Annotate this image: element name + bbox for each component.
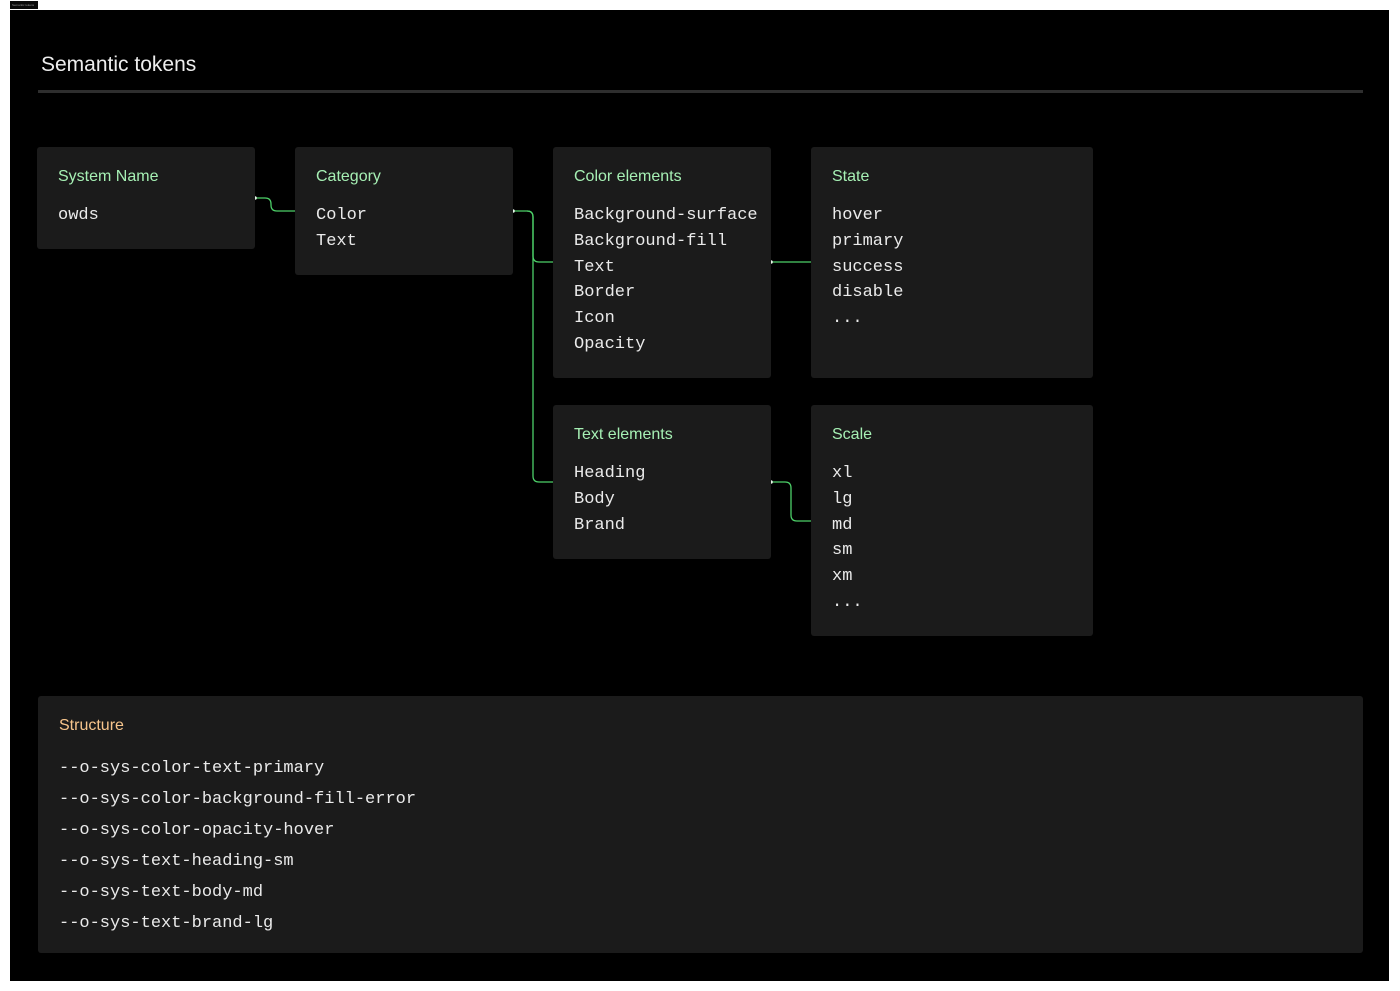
card-item-list: Background-surface Background-fill Text …: [574, 203, 758, 358]
card-title: Color elements: [574, 168, 682, 185]
card-title: Scale: [832, 426, 873, 443]
connector-text-to-scale: [771, 481, 811, 522]
list-item: Text: [574, 257, 615, 277]
list-item: Background-fill: [574, 231, 728, 251]
list-item: primary: [832, 231, 904, 251]
list-item: hover: [832, 206, 884, 225]
list-item: Brand: [574, 515, 626, 535]
list-item: Heading: [574, 464, 646, 483]
card-item-list: xl lg md sm xm ...: [832, 461, 1072, 616]
card-title: Text elements: [574, 426, 673, 443]
card-item-list: Heading Body Brand: [574, 461, 750, 538]
card-scale: Scale xl lg md sm xm ...: [811, 405, 1093, 636]
connector-system-to-category: [255, 197, 295, 212]
card-text-elements: Text elements Heading Body Brand: [553, 405, 771, 559]
card-system-name: System Name owds: [37, 147, 255, 249]
card-color-elements: Color elements Background-surface Backgr…: [553, 147, 771, 378]
list-item: md: [832, 515, 853, 535]
list-item: sm: [832, 541, 853, 561]
list-item: xm: [832, 567, 853, 587]
card-item-list: Color Text: [316, 203, 492, 255]
page-title: Semantic tokens: [41, 53, 197, 76]
card-title: System Name: [58, 168, 159, 185]
title-divider: [38, 90, 1363, 93]
card-title: State: [832, 168, 870, 185]
card-category: Category Color Text: [295, 147, 513, 275]
frame-label-tag: Semantic tokens: [10, 1, 38, 9]
list-item: ...: [832, 309, 863, 329]
structure-title: Structure: [59, 717, 124, 734]
structure-panel: Structure --o-sys-color-text-primary --o…: [38, 696, 1363, 953]
list-item: Text: [316, 231, 357, 251]
list-item: Icon: [574, 309, 615, 329]
list-item: xl: [832, 464, 853, 483]
list-item: Color: [316, 206, 368, 225]
connector-category-to-text: [526, 210, 553, 483]
connector-category-to-color: [513, 210, 553, 263]
list-item: lg: [832, 489, 853, 509]
card-item-list: hover primary success disable ...: [832, 203, 1072, 332]
card-item-list: owds: [58, 203, 234, 229]
list-item: ...: [832, 592, 863, 612]
card-state: State hover primary success disable ...: [811, 147, 1093, 378]
token-example: --o-sys-color-background-fill-error: [59, 790, 417, 810]
token-example: --o-sys-text-body-md: [59, 883, 264, 903]
list-item: disable: [832, 283, 904, 303]
list-item: owds: [58, 206, 99, 225]
list-item: Border: [574, 283, 636, 303]
token-example: --o-sys-text-brand-lg: [59, 914, 274, 934]
structure-token-list: --o-sys-color-text-primary --o-sys-color…: [59, 753, 1342, 940]
list-item: Background-surface: [574, 206, 758, 225]
card-title: Category: [316, 168, 381, 185]
frame-label-text: Semantic tokens: [12, 3, 35, 7]
token-example: --o-sys-color-text-primary: [59, 759, 325, 778]
token-example: --o-sys-color-opacity-hover: [59, 821, 335, 841]
list-item: success: [832, 257, 904, 277]
list-item: Body: [574, 489, 615, 509]
semantic-tokens-frame: Semantic tokens System Name owds Categor…: [10, 10, 1389, 981]
list-item: Opacity: [574, 334, 646, 354]
token-example: --o-sys-text-heading-sm: [59, 852, 294, 872]
